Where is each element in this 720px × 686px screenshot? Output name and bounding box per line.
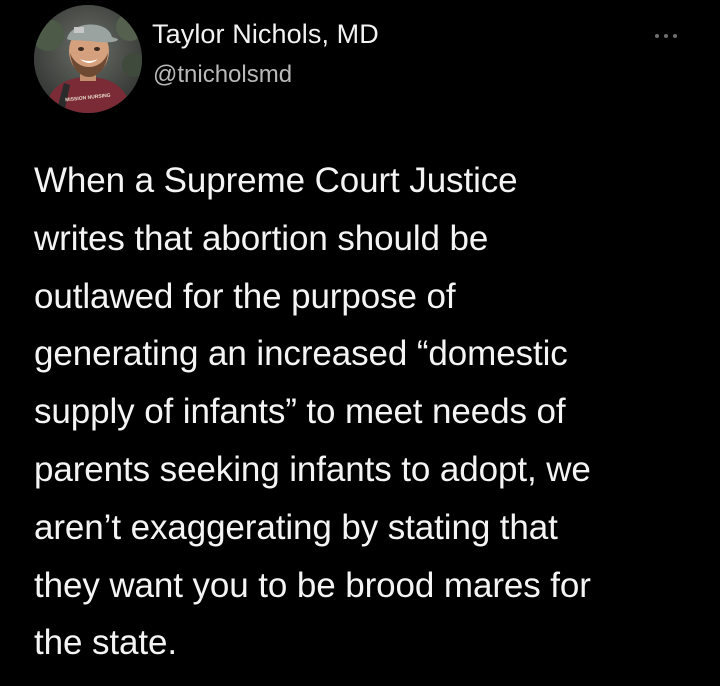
author-avatar[interactable]: MISSION NURSING — [34, 5, 142, 113]
author-handle[interactable]: @tnicholsmd — [153, 61, 292, 89]
dot-icon — [655, 34, 659, 38]
dot-icon — [673, 34, 677, 38]
tweet-line: When a Supreme Court Justice — [34, 161, 518, 200]
tweet-line: aren’t exaggerating by stating that — [34, 507, 558, 547]
tweet-card: MISSION NURSING Taylor Nichols, MD @tnic… — [0, 0, 720, 686]
more-options-icon[interactable] — [655, 30, 683, 42]
tweet-line: generating an increased “domestic — [34, 334, 568, 374]
tweet-line: writes that abortion should be — [34, 218, 489, 258]
tweet-text: When a Supreme Court Justice writes that… — [34, 152, 704, 672]
tweet-line: the state. — [34, 623, 177, 663]
tweet-line: parents seeking infants to adopt, we — [34, 449, 591, 489]
avatar-photo-icon: MISSION NURSING — [34, 5, 142, 113]
tweet-line: outlawed for the purpose of — [34, 276, 456, 316]
author-name[interactable]: Taylor Nichols, MD — [152, 19, 379, 50]
dot-icon — [664, 34, 668, 38]
tweet-line: supply of infants” to meet needs of — [34, 392, 566, 432]
tweet-line: they want you to be brood mares for — [34, 565, 591, 605]
